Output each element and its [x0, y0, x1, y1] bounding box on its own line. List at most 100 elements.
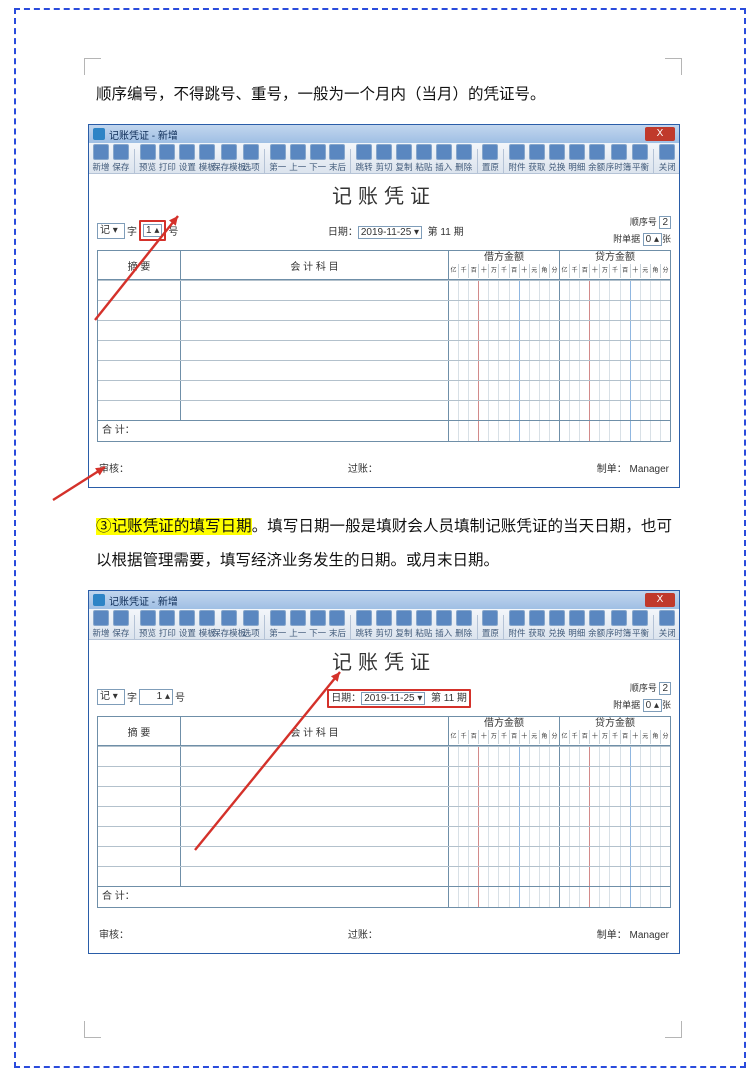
- toolbar-btn-25[interactable]: 平衡: [632, 144, 650, 173]
- toolbar-icon: [509, 144, 525, 160]
- toolbar-btn-11[interactable]: 末后: [329, 610, 347, 639]
- zi-prefix-select[interactable]: 记 ▾: [97, 689, 125, 705]
- toolbar-btn-9[interactable]: 上一: [289, 610, 307, 639]
- sequence-input[interactable]: 2: [659, 682, 671, 695]
- crop-mark-br: [665, 1021, 682, 1038]
- voucher-grid: 摘 要 会 计 科 目 借方金额亿千百十万千百十元角分 贷方金额亿千百十万千百十…: [97, 716, 671, 908]
- toolbar-btn-13[interactable]: 剪切: [375, 610, 393, 639]
- table-row[interactable]: [98, 280, 670, 300]
- toolbar-btn-2[interactable]: 预览: [139, 144, 157, 173]
- date-input[interactable]: 2019-11-25 ▾: [358, 226, 422, 239]
- toolbar-btn-23[interactable]: 余额: [588, 144, 606, 173]
- toolbar-btn-1[interactable]: 保存: [112, 610, 130, 639]
- table-row[interactable]: [98, 826, 670, 846]
- toolbar-btn-3[interactable]: 打印: [158, 144, 176, 173]
- toolbar-btn-9[interactable]: 上一: [289, 144, 307, 173]
- table-row[interactable]: [98, 766, 670, 786]
- toolbar-icon: [589, 144, 605, 160]
- total-label: 合 计：: [98, 887, 184, 907]
- toolbar-btn-10[interactable]: 下一: [309, 144, 327, 173]
- toolbar-btn-12[interactable]: 跳转: [355, 610, 373, 639]
- toolbar-btn-7[interactable]: 选项: [242, 610, 260, 639]
- toolbar-btn-17[interactable]: 删除: [455, 144, 473, 173]
- toolbar-icon: [569, 610, 585, 626]
- toolbar-btn-23[interactable]: 余额: [588, 610, 606, 639]
- toolbar-btn-21[interactable]: 兑换: [548, 144, 566, 173]
- toolbar-btn-18[interactable]: 置原: [481, 610, 499, 639]
- table-row[interactable]: [98, 786, 670, 806]
- toolbar-btn-21[interactable]: 兑换: [548, 610, 566, 639]
- toolbar-btn-4[interactable]: 设置: [178, 144, 196, 173]
- toolbar-btn-22[interactable]: 明细: [568, 144, 586, 173]
- toolbar-icon: [659, 610, 675, 626]
- toolbar-icon: [436, 144, 452, 160]
- attachment-input[interactable]: 0 ▴: [643, 699, 662, 712]
- toolbar-btn-2[interactable]: 预览: [139, 610, 157, 639]
- toolbar-btn-0[interactable]: 新增: [92, 610, 110, 639]
- voucher-number-input[interactable]: 1 ▴: [143, 224, 162, 237]
- table-row[interactable]: [98, 746, 670, 766]
- table-row[interactable]: [98, 846, 670, 866]
- table-row[interactable]: [98, 400, 670, 420]
- page-content: 顺序编号，不得跳号、重号，一般为一个月内（当月）的凭证号。 记账凭证 - 新增 …: [96, 56, 672, 1016]
- zi-prefix-select[interactable]: 记 ▾: [97, 223, 125, 239]
- toolbar-btn-11[interactable]: 末后: [329, 144, 347, 173]
- toolbar-icon: [113, 610, 129, 626]
- toolbar-btn-6[interactable]: 保存模板: [218, 610, 240, 639]
- toolbar-btn-10[interactable]: 下一: [309, 610, 327, 639]
- voucher-footer: 审核： 过账： 制单： Manager: [97, 460, 671, 479]
- grid-header: 摘 要 会 计 科 目 借方金额亿千百十万千百十元角分 贷方金额亿千百十万千百十…: [98, 251, 670, 280]
- toolbar-icon: [159, 144, 175, 160]
- table-row[interactable]: [98, 360, 670, 380]
- toolbar-btn-8[interactable]: 第一: [269, 144, 287, 173]
- close-button[interactable]: X: [645, 593, 675, 607]
- toolbar-btn-20[interactable]: 获取: [528, 144, 546, 173]
- toolbar-btn-17[interactable]: 删除: [455, 610, 473, 639]
- toolbar-btn-25[interactable]: 平衡: [632, 610, 650, 639]
- close-button[interactable]: X: [645, 127, 675, 141]
- window-title: 记账凭证 - 新增: [109, 593, 178, 608]
- date-input[interactable]: 2019-11-25 ▾: [361, 692, 425, 705]
- toolbar-btn-15[interactable]: 粘贴: [415, 610, 433, 639]
- sequence-input[interactable]: 2: [659, 216, 671, 229]
- toolbar-btn-12[interactable]: 跳转: [355, 144, 373, 173]
- toolbar-btn-3[interactable]: 打印: [158, 610, 176, 639]
- toolbar-btn-14[interactable]: 复制: [395, 610, 413, 639]
- grid-header: 摘 要 会 计 科 目 借方金额亿千百十万千百十元角分 贷方金额亿千百十万千百十…: [98, 717, 670, 746]
- toolbar-btn-26[interactable]: 关闭: [658, 610, 676, 639]
- table-row[interactable]: [98, 320, 670, 340]
- attachment-input[interactable]: 0 ▴: [643, 233, 662, 246]
- toolbar-btn-15[interactable]: 粘贴: [415, 144, 433, 173]
- table-row[interactable]: [98, 806, 670, 826]
- table-row[interactable]: [98, 380, 670, 400]
- toolbar-btn-26[interactable]: 关闭: [658, 144, 676, 173]
- toolbar-icon: [243, 610, 259, 626]
- toolbar-btn-0[interactable]: 新增: [92, 144, 110, 173]
- toolbar-btn-16[interactable]: 插入: [435, 610, 453, 639]
- toolbar-btn-8[interactable]: 第一: [269, 610, 287, 639]
- toolbar-icon: [93, 144, 109, 160]
- toolbar-btn-19[interactable]: 附件: [508, 610, 526, 639]
- toolbar-btn-7[interactable]: 选项: [242, 144, 260, 173]
- table-row[interactable]: [98, 866, 670, 886]
- toolbar-btn-22[interactable]: 明细: [568, 610, 586, 639]
- table-row[interactable]: [98, 340, 670, 360]
- toolbar-btn-14[interactable]: 复制: [395, 144, 413, 173]
- toolbar-btn-16[interactable]: 插入: [435, 144, 453, 173]
- toolbar-btn-18[interactable]: 置原: [481, 144, 499, 173]
- toolbar-btn-4[interactable]: 设置: [178, 610, 196, 639]
- toolbar-btn-1[interactable]: 保存: [112, 144, 130, 173]
- voucher-number-input[interactable]: 1 ▴: [139, 689, 173, 705]
- toolbar-icon: [140, 610, 156, 626]
- toolbar-btn-13[interactable]: 剪切: [375, 144, 393, 173]
- toolbar-btn-6[interactable]: 保存模板: [218, 144, 240, 173]
- toolbar-btn-24[interactable]: 序时簿: [608, 144, 630, 173]
- toolbar-btn-24[interactable]: 序时簿: [608, 610, 630, 639]
- toolbar-btn-20[interactable]: 获取: [528, 610, 546, 639]
- voucher-grid: 摘 要 会 计 科 目 借方金额亿千百十万千百十元角分 贷方金额亿千百十万千百十…: [97, 250, 671, 442]
- toolbar-icon: [569, 144, 585, 160]
- table-row[interactable]: [98, 300, 670, 320]
- toolbar-btn-19[interactable]: 附件: [508, 144, 526, 173]
- voucher-date-area: 日期：2019-11-25 ▾ 第 11 期: [185, 689, 613, 705]
- toolbar-icon: [509, 610, 525, 626]
